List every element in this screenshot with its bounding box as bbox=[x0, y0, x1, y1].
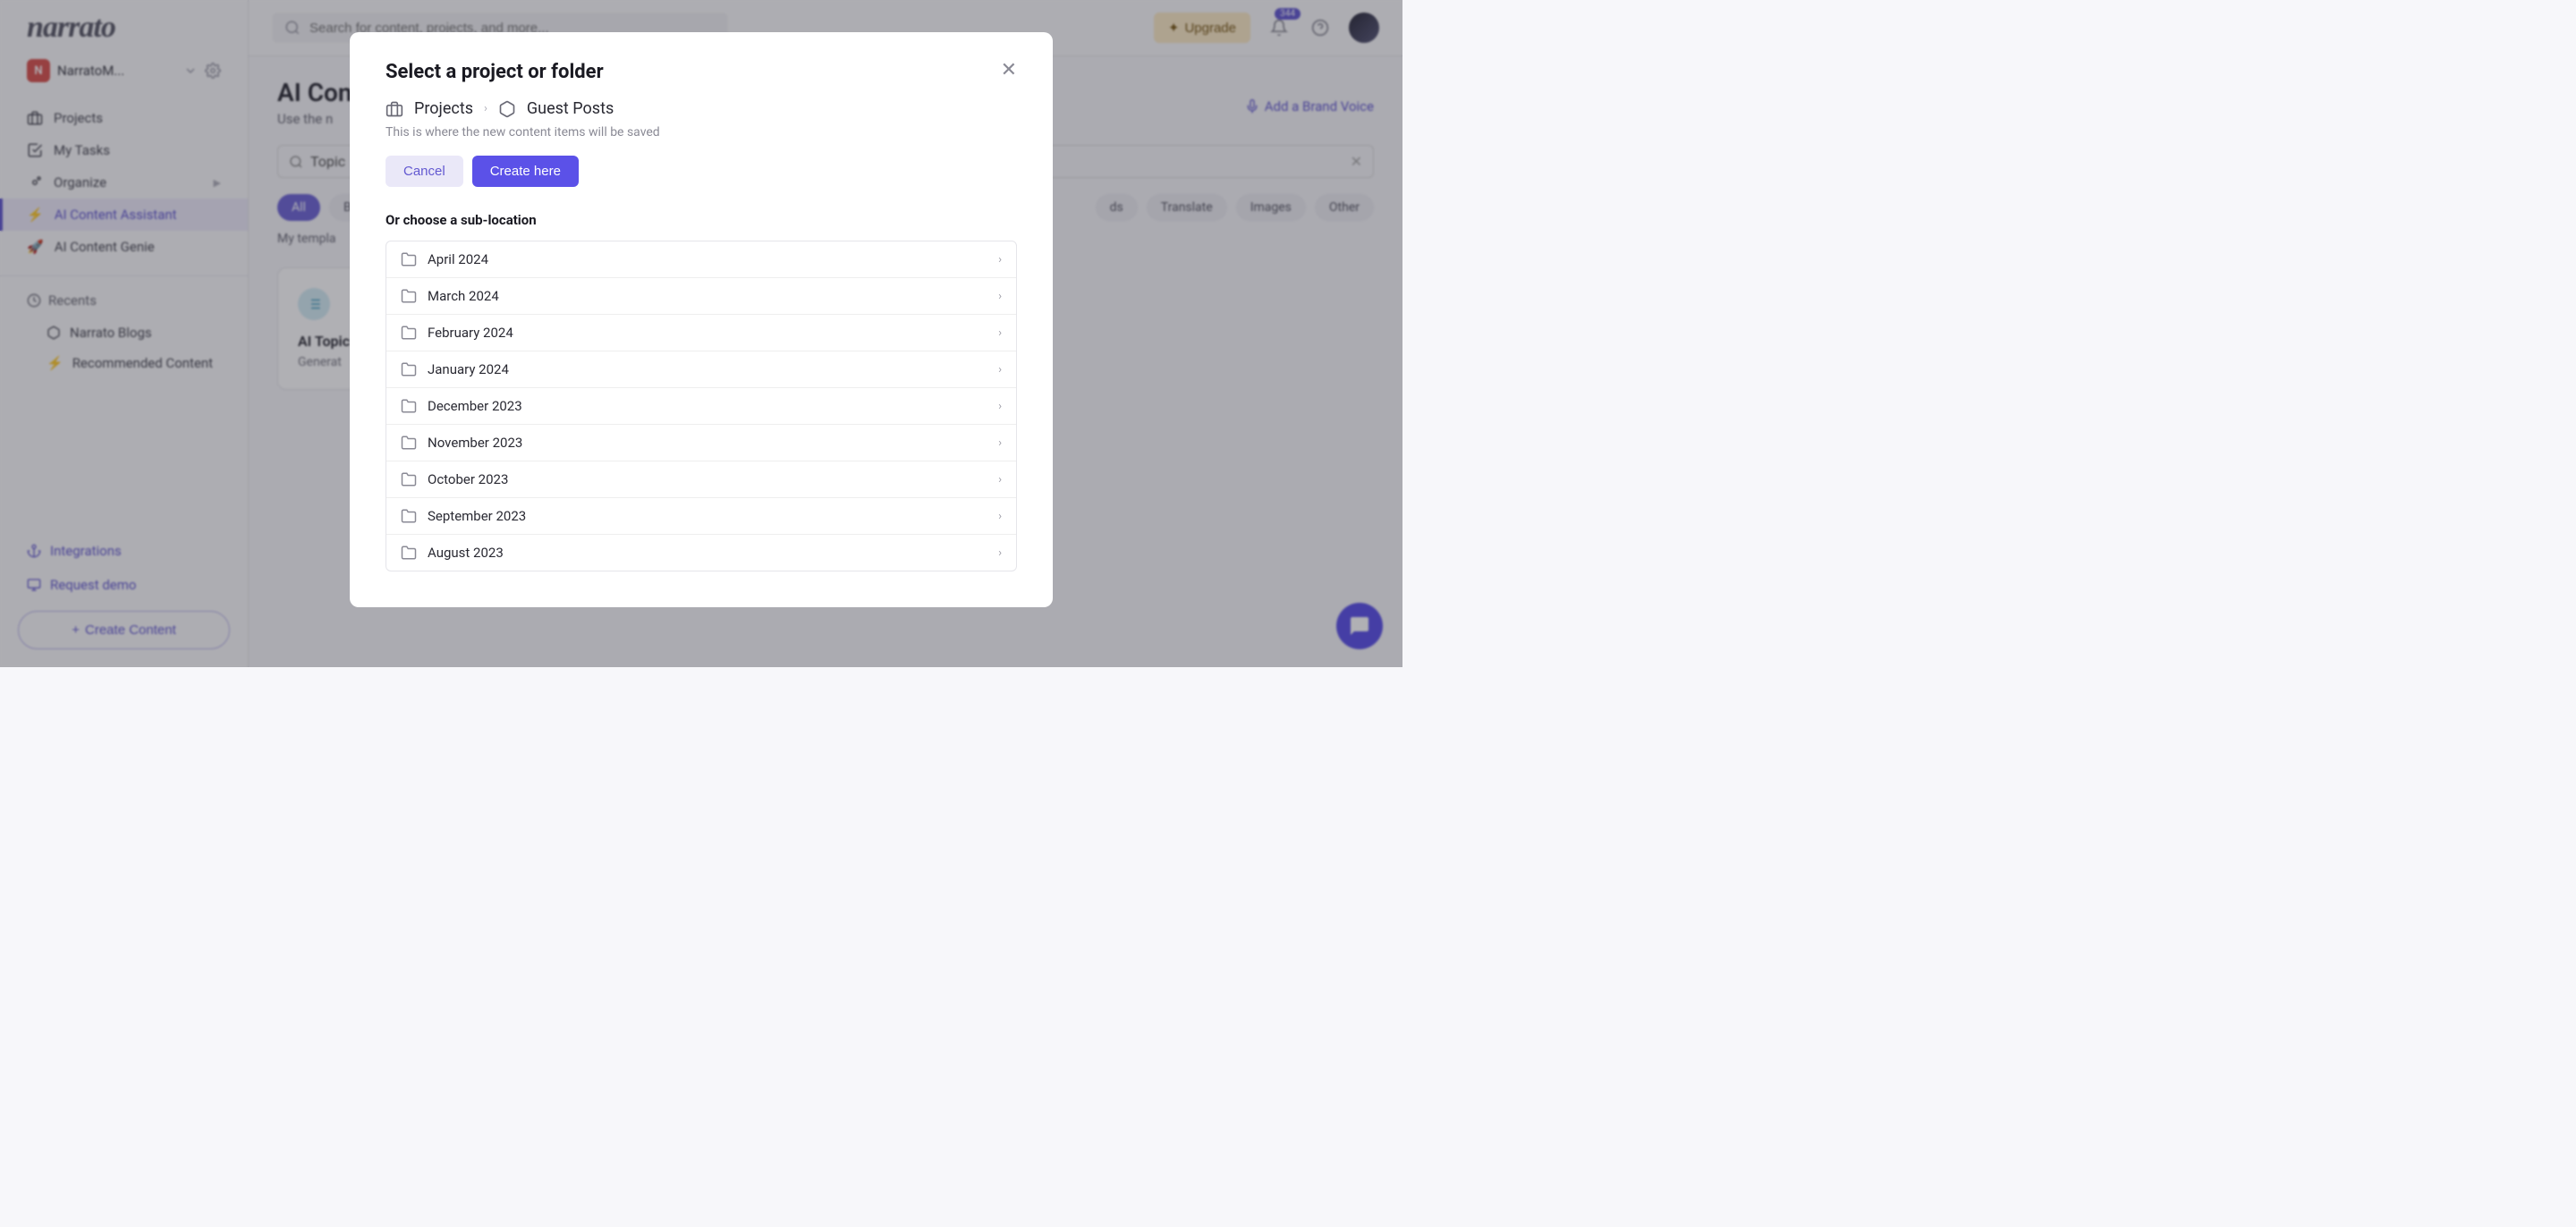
chevron-right-icon: › bbox=[998, 436, 1002, 450]
cancel-button[interactable]: Cancel bbox=[386, 156, 463, 187]
folder-row[interactable]: September 2023 › bbox=[386, 498, 1016, 535]
modal-hint: This is where the new content items will… bbox=[386, 125, 1017, 140]
folder-row[interactable]: December 2023 › bbox=[386, 388, 1016, 425]
folder-list: April 2024 › March 2024 › February 2024 … bbox=[386, 241, 1017, 571]
modal-overlay[interactable]: Select a project or folder ✕ Projects › … bbox=[0, 0, 1402, 667]
folder-row[interactable]: August 2023 › bbox=[386, 535, 1016, 571]
folder-row[interactable]: October 2023 › bbox=[386, 461, 1016, 498]
breadcrumb-current: Guest Posts bbox=[527, 99, 614, 118]
folder-icon bbox=[401, 288, 417, 304]
folder-icon bbox=[401, 398, 417, 414]
chevron-right-icon: › bbox=[998, 326, 1002, 340]
folder-row[interactable]: February 2024 › bbox=[386, 315, 1016, 351]
breadcrumb: Projects › Guest Posts bbox=[386, 99, 1017, 118]
breadcrumb-projects[interactable]: Projects bbox=[414, 99, 473, 118]
folder-row[interactable]: November 2023 › bbox=[386, 425, 1016, 461]
folder-name: January 2024 bbox=[428, 361, 509, 377]
folder-icon bbox=[401, 361, 417, 377]
chevron-right-icon: › bbox=[484, 102, 487, 115]
folder-name: November 2023 bbox=[428, 435, 522, 451]
folder-name: September 2023 bbox=[428, 508, 526, 524]
chevron-right-icon: › bbox=[998, 546, 1002, 560]
folder-icon bbox=[401, 325, 417, 341]
folder-row[interactable]: January 2024 › bbox=[386, 351, 1016, 388]
sub-location-label: Or choose a sub-location bbox=[386, 212, 1017, 228]
folder-icon bbox=[401, 471, 417, 487]
folder-name: March 2024 bbox=[428, 288, 499, 304]
folder-name: October 2023 bbox=[428, 471, 508, 487]
chevron-right-icon: › bbox=[998, 363, 1002, 377]
chevron-right-icon: › bbox=[998, 473, 1002, 487]
select-project-modal: Select a project or folder ✕ Projects › … bbox=[350, 32, 1053, 607]
folder-icon bbox=[401, 435, 417, 451]
folder-icon bbox=[401, 251, 417, 267]
folder-name: December 2023 bbox=[428, 398, 522, 414]
folder-name: April 2024 bbox=[428, 251, 488, 267]
package-icon bbox=[498, 100, 516, 118]
chevron-right-icon: › bbox=[998, 253, 1002, 267]
folder-row[interactable]: March 2024 › bbox=[386, 278, 1016, 315]
folder-row[interactable]: April 2024 › bbox=[386, 241, 1016, 278]
chevron-right-icon: › bbox=[998, 290, 1002, 303]
folder-icon bbox=[401, 508, 417, 524]
folder-icon bbox=[401, 545, 417, 561]
chevron-right-icon: › bbox=[998, 400, 1002, 413]
modal-actions: Cancel Create here bbox=[386, 156, 1017, 187]
modal-title: Select a project or folder bbox=[386, 61, 604, 83]
chevron-right-icon: › bbox=[998, 510, 1002, 523]
briefcase-icon bbox=[386, 100, 403, 118]
close-icon[interactable]: ✕ bbox=[1001, 61, 1017, 80]
create-here-button[interactable]: Create here bbox=[472, 156, 579, 187]
folder-name: August 2023 bbox=[428, 545, 504, 561]
folder-name: February 2024 bbox=[428, 325, 513, 341]
